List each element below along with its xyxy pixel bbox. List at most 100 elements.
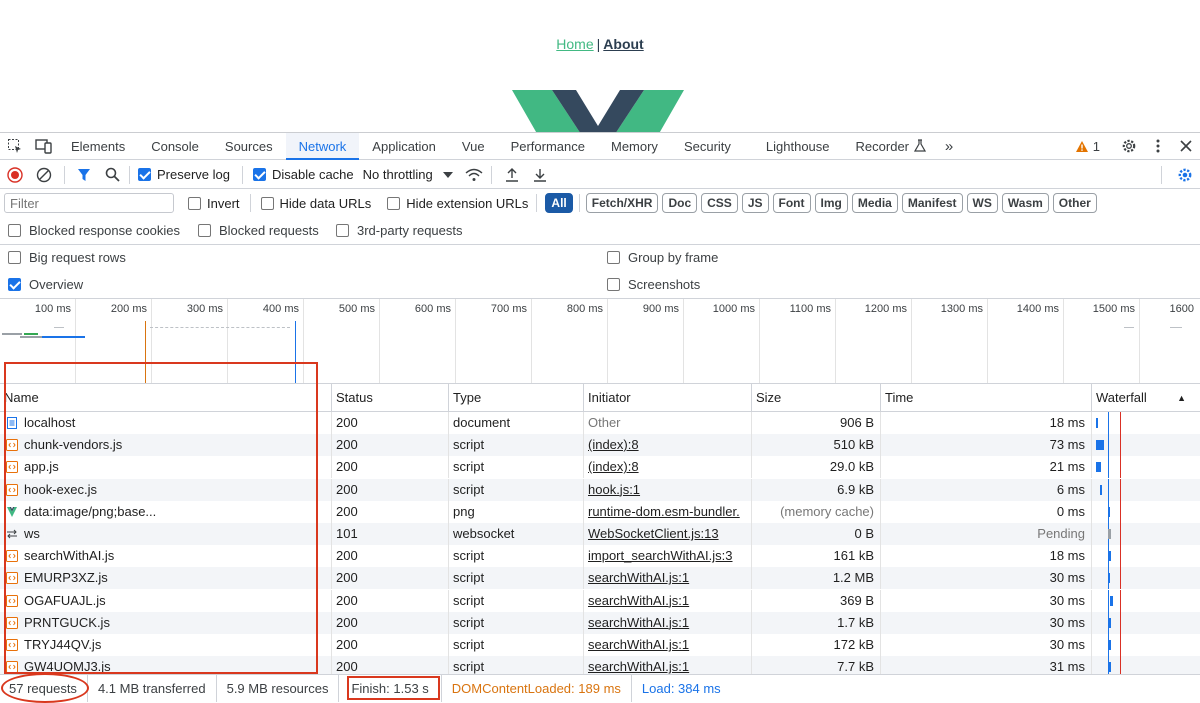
request-name: ws bbox=[24, 526, 40, 541]
cell-waterfall bbox=[1092, 456, 1198, 479]
blocked-response-cookies-checkbox[interactable] bbox=[8, 224, 21, 237]
tab-vue[interactable]: Vue bbox=[449, 133, 498, 160]
table-row[interactable]: app.js 200 script (index):8 29.0 kB 21 ms bbox=[0, 456, 1200, 479]
type-filter-wasm[interactable]: Wasm bbox=[1001, 193, 1049, 213]
settings-gear-icon[interactable] bbox=[1114, 133, 1144, 160]
overview-checkbox[interactable] bbox=[8, 278, 21, 291]
export-har-icon[interactable] bbox=[526, 168, 554, 182]
type-filter-other[interactable]: Other bbox=[1052, 193, 1097, 213]
tab-console[interactable]: Console bbox=[138, 133, 212, 160]
tab-application[interactable]: Application bbox=[359, 133, 449, 160]
column-header-type[interactable]: Type bbox=[449, 384, 584, 412]
hide-data-urls-checkbox[interactable] bbox=[260, 196, 274, 210]
tab-lighthouse[interactable]: Lighthouse bbox=[744, 133, 843, 160]
hide-extension-urls-checkbox[interactable] bbox=[387, 196, 401, 210]
screenshots-checkbox[interactable] bbox=[607, 278, 620, 291]
table-row[interactable]: data:image/png;base... 200 png runtime-dom.… bbox=[0, 500, 1200, 523]
group-by-frame-checkbox[interactable] bbox=[607, 251, 620, 264]
warning-count[interactable]: 1 bbox=[1093, 139, 1114, 154]
column-header-size[interactable]: Size bbox=[752, 384, 881, 412]
preserve-log-checkbox[interactable] bbox=[138, 168, 151, 181]
overview-activity-bar bbox=[24, 333, 38, 335]
waterfall-label: Waterfall bbox=[1096, 390, 1147, 405]
network-overview-timeline[interactable]: 100 ms 200 ms 300 ms 400 ms 500 ms 600 m… bbox=[0, 298, 1200, 384]
record-stop-icon[interactable] bbox=[0, 161, 30, 189]
chevron-down-icon[interactable] bbox=[433, 171, 463, 178]
tab-elements[interactable]: Elements bbox=[58, 133, 138, 160]
column-header-time[interactable]: Time bbox=[881, 384, 1092, 412]
type-filter-js[interactable]: JS bbox=[741, 193, 769, 213]
type-filter-manifest[interactable]: Manifest bbox=[901, 193, 963, 213]
cell-initiator[interactable]: searchWithAI.js:1 bbox=[584, 567, 752, 590]
table-row[interactable]: OGAFUAJL.js 200 script searchWithAI.js:1 369… bbox=[0, 589, 1200, 612]
invert-checkbox[interactable] bbox=[188, 196, 201, 210]
table-row[interactable]: EMURP3XZ.js 200 script searchWithAI.js:1 1.2… bbox=[0, 567, 1200, 590]
cell-initiator[interactable]: import_searchWithAI.js:3 bbox=[584, 545, 752, 568]
tab-memory[interactable]: Memory bbox=[598, 133, 671, 160]
type-filter-fetch-xhr[interactable]: Fetch/XHR bbox=[585, 193, 659, 213]
tab-security[interactable]: Security bbox=[671, 133, 744, 160]
table-row[interactable]: chunk-vendors.js 200 script (index):8 510 kB… bbox=[0, 434, 1200, 457]
search-icon[interactable] bbox=[97, 161, 127, 189]
throttling-select[interactable]: No throttling bbox=[363, 167, 433, 182]
resources-size: 5.9 MB resources bbox=[217, 674, 340, 702]
blocked-requests-checkbox[interactable] bbox=[198, 224, 211, 237]
tab-network[interactable]: Network bbox=[285, 132, 360, 160]
cell-initiator[interactable]: searchWithAI.js:1 bbox=[584, 611, 752, 634]
tab-performance[interactable]: Performance bbox=[498, 133, 598, 160]
device-toolbar-icon[interactable] bbox=[30, 133, 58, 160]
table-row[interactable]: searchWithAI.js 200 script import_searchWit… bbox=[0, 545, 1200, 568]
more-tabs-icon[interactable]: » bbox=[927, 133, 971, 160]
type-filter-all[interactable]: All bbox=[545, 193, 573, 213]
finish-marker bbox=[1120, 545, 1121, 568]
clear-icon[interactable] bbox=[30, 161, 58, 189]
type-filter-media[interactable]: Media bbox=[851, 193, 898, 213]
cell-initiator[interactable]: (index):8 bbox=[584, 456, 752, 479]
overview-tick: 1300 ms bbox=[912, 299, 988, 383]
table-row[interactable]: hook-exec.js 200 script hook.js:1 6.9 kB 6 ms bbox=[0, 478, 1200, 501]
table-row[interactable]: PRNTGUCK.js 200 script searchWithAI.js:1 1.7… bbox=[0, 611, 1200, 634]
column-header-name[interactable]: Name bbox=[0, 384, 332, 412]
cell-waterfall bbox=[1092, 500, 1198, 523]
close-devtools-icon[interactable] bbox=[1172, 133, 1200, 160]
big-request-rows-checkbox[interactable] bbox=[8, 251, 21, 264]
table-row[interactable]: TRYJ44QV.js 200 script searchWithAI.js:1 172… bbox=[0, 634, 1200, 656]
type-filter-css[interactable]: CSS bbox=[701, 193, 738, 213]
network-conditions-icon[interactable] bbox=[463, 168, 485, 182]
kebab-menu-icon[interactable] bbox=[1144, 133, 1172, 160]
warning-icon[interactable] bbox=[1071, 133, 1093, 160]
cell-initiator[interactable]: (index):8 bbox=[584, 434, 752, 457]
options-row-3: Overview Screenshots bbox=[0, 271, 1200, 298]
script-icon bbox=[6, 436, 18, 452]
network-settings-gear-icon[interactable] bbox=[1170, 167, 1200, 183]
disable-cache-checkbox[interactable] bbox=[252, 168, 266, 181]
import-har-icon[interactable] bbox=[498, 167, 526, 182]
cell-initiator[interactable]: searchWithAI.js:1 bbox=[584, 589, 752, 612]
cell-size: (memory cache) bbox=[752, 500, 881, 523]
table-row[interactable]: localhost 200 document Other 906 B 18 ms bbox=[0, 412, 1200, 434]
cell-initiator[interactable]: searchWithAI.js:1 bbox=[584, 634, 752, 656]
tab-sources[interactable]: Sources bbox=[212, 133, 286, 160]
overview-tick: 800 ms bbox=[532, 299, 608, 383]
type-filter-font[interactable]: Font bbox=[772, 193, 811, 213]
filter-input[interactable] bbox=[4, 193, 174, 213]
column-header-status[interactable]: Status bbox=[332, 384, 449, 412]
cell-initiator[interactable]: WebSocketClient.js:13 bbox=[584, 523, 752, 545]
column-header-initiator[interactable]: Initiator bbox=[584, 384, 752, 412]
table-row[interactable]: GW4UOMJ3.js 200 script searchWithAI.js:1 7.7… bbox=[0, 656, 1200, 674]
type-filter-img[interactable]: Img bbox=[814, 193, 848, 213]
about-link[interactable]: About bbox=[603, 36, 643, 52]
table-row[interactable]: ws 101 websocket WebSocketClient.js:13 0 B Pe… bbox=[0, 523, 1200, 545]
cell-initiator[interactable]: hook.js:1 bbox=[584, 478, 752, 501]
third-party-requests-checkbox[interactable] bbox=[336, 224, 349, 237]
home-link[interactable]: Home bbox=[556, 36, 593, 52]
type-filter-ws[interactable]: WS bbox=[966, 193, 998, 213]
cell-initiator[interactable]: runtime-dom.esm-bundler. bbox=[584, 500, 752, 523]
column-header-waterfall[interactable]: Waterfall ▲ bbox=[1092, 384, 1198, 412]
tab-recorder[interactable]: Recorder bbox=[843, 133, 913, 160]
inspect-element-icon[interactable] bbox=[0, 133, 30, 160]
type-filter-doc[interactable]: Doc bbox=[662, 193, 698, 213]
filter-icon[interactable] bbox=[71, 161, 97, 189]
invert-label: Invert bbox=[207, 195, 240, 211]
cell-initiator[interactable]: searchWithAI.js:1 bbox=[584, 656, 752, 674]
